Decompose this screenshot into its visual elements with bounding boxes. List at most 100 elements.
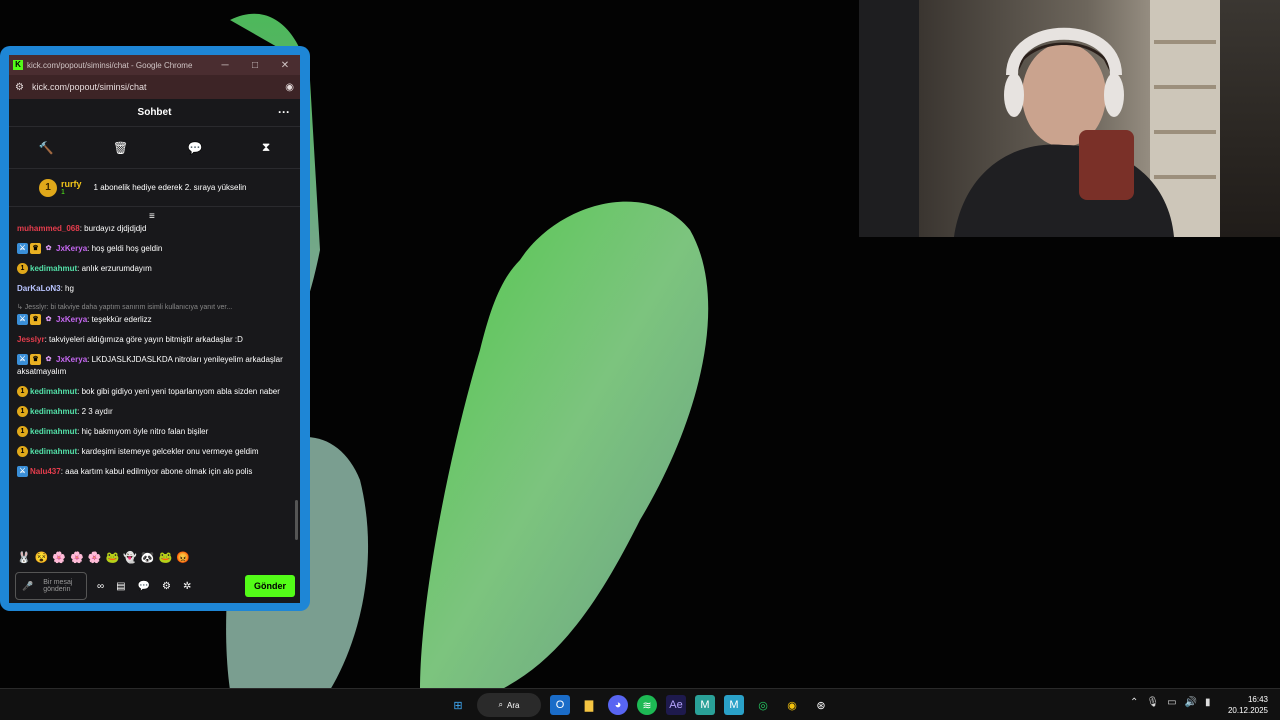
chat-username[interactable]: JxKerya [56, 315, 87, 324]
reply-context[interactable]: ↳ Jesslyr: bi takviye daha yaptım sanırı… [17, 303, 293, 313]
chat-message[interactable]: 1 kedimahmut: bok gibi gidiyo yeni yeni t… [17, 386, 293, 398]
hourglass-icon[interactable]: ⧗ [262, 140, 270, 155]
chat-composer: 🎤 Bir mesaj gönderin ∞ ▤ 💬 ⚙ ✲ Gönder [15, 572, 295, 600]
chevron-up-icon[interactable]: ⌃ [1130, 697, 1138, 708]
chrome-icon[interactable]: ◉ [782, 695, 802, 715]
chat-username[interactable]: kedimahmut [30, 387, 77, 396]
chat-message[interactable]: ⚔ ♛ ✿ JxKerya: hoş geldi hoş geldin [17, 243, 293, 255]
chat-text: : anlık erzurumdayım [77, 264, 152, 273]
chat-message[interactable]: 1 kedimahmut: kardeşimi istemeye gelcekle… [17, 446, 293, 458]
browser-titlebar[interactable]: K kick.com/popout/siminsi/chat - Google … [9, 55, 300, 75]
emote[interactable]: 🐼 [141, 551, 155, 565]
system-tray: ⌃ 🎙 ▭ 🔊 ▮ [1130, 697, 1211, 708]
mod-badge-icon: ⚔ [17, 354, 28, 366]
store-icon[interactable]: ▤ [116, 581, 125, 592]
rank-badge: 1 [39, 178, 57, 197]
search-label: Ara [507, 700, 520, 710]
vip-badge-icon: ♛ [30, 243, 41, 255]
volume-icon[interactable]: 🔊 [1185, 697, 1197, 708]
chat-username[interactable]: DarKaLoN3 [17, 284, 61, 293]
gear-icon[interactable]: ✲ [183, 581, 191, 592]
emote[interactable]: 🌸 [52, 551, 66, 565]
chat-text: : 2 3 aydır [77, 407, 113, 416]
sub-badge-icon: 1 [17, 406, 28, 418]
chat-message[interactable]: 1 kedimahmut: 2 3 aydır [17, 406, 293, 418]
chat-text: : hoş geldi hoş geldin [87, 244, 163, 253]
chat-username[interactable]: Jesslyr [17, 335, 45, 344]
chat-username[interactable]: kedimahmut [30, 264, 77, 273]
emote[interactable]: 😵 [35, 551, 49, 565]
mic-icon[interactable]: 🎤 [22, 581, 33, 592]
chat-message[interactable]: ⚔ Nalu437: aaa kartım kabul edilmiyor abo… [17, 466, 293, 478]
mod-toolbar: 🔨 🗑 💬 ⧗ [9, 127, 300, 169]
chat-message[interactable]: Jesslyr: takviyeleri aldığımıza göre yay… [17, 334, 293, 346]
app-m-icon[interactable]: M [695, 695, 715, 715]
network-icon[interactable]: ▭ [1167, 697, 1176, 708]
chat-username[interactable]: muhammed_068 [17, 224, 80, 233]
emote[interactable]: 🐸 [106, 551, 120, 565]
windows-start-icon[interactable]: ⊞ [448, 695, 468, 715]
chat-username[interactable]: JxKerya [56, 244, 87, 253]
file-explorer-icon[interactable]: ▇ [579, 695, 599, 715]
battery-icon[interactable]: ▮ [1205, 697, 1211, 708]
taskbar: ⊞ ⌕ Ara O ▇ ◕ ≋ Ae M M ◎ ◉ ⊛ ⌃ 🎙 ▭ 🔊 ▮ 16… [0, 688, 1280, 720]
mod-badge-icon: ⚔ [17, 243, 28, 255]
trash-icon[interactable]: 🗑 [113, 141, 128, 155]
site-settings-icon[interactable]: ⚙ [15, 82, 24, 93]
emote[interactable]: 🌸 [88, 551, 102, 565]
gift-badge-icon: ✿ [45, 316, 52, 324]
emote[interactable]: 😡 [176, 551, 190, 565]
whatsapp-icon[interactable]: ◎ [753, 695, 773, 715]
app-m2-icon[interactable]: M [724, 695, 744, 715]
sub-badge-icon: 1 [17, 386, 28, 398]
spotify-icon[interactable]: ≋ [637, 695, 657, 715]
chat-title: Sohbet [137, 107, 172, 118]
chat-message[interactable]: ↳ Jesslyr: bi takviye daha yaptım sanırı… [17, 303, 293, 326]
address-bar[interactable]: ⚙ kick.com/popout/siminsi/chat ◉ [9, 75, 300, 99]
gift-badge-icon: ✿ [45, 356, 52, 364]
chat-text: : aaa kartım kabul edilmiyor abone olmak… [60, 467, 253, 476]
emote[interactable]: 👻 [123, 551, 137, 565]
maximize-button[interactable]: □ [240, 60, 270, 71]
chat-message[interactable]: DarKaLoN3: hg [17, 283, 293, 295]
outlook-icon[interactable]: O [550, 695, 570, 715]
chat-text: : bok gibi gidiyo yeni yeni toparlanıyom… [77, 387, 280, 396]
infinity-icon[interactable]: ∞ [97, 581, 104, 592]
mic-tray-icon[interactable]: 🎙 [1146, 697, 1159, 708]
hammer-icon[interactable]: 🔨 [39, 141, 54, 155]
chat-username[interactable]: kedimahmut [30, 447, 77, 456]
obs-icon[interactable]: ⊛ [811, 695, 831, 715]
clock[interactable]: 16:43 20.12.2025 [1228, 694, 1268, 716]
url-text[interactable]: kick.com/popout/siminsi/chat [32, 82, 285, 92]
chat-username[interactable]: kedimahmut [30, 427, 77, 436]
message-input[interactable]: 🎤 Bir mesaj gönderin [15, 572, 87, 600]
close-button[interactable]: ✕ [270, 60, 300, 71]
emote[interactable]: 🐸 [159, 551, 173, 565]
chat-messages: muhammed_068: burdayız djdjdjdjd ⚔ ♛ ✿ JxKer… [17, 223, 293, 533]
chat-message[interactable]: 1 kedimahmut: anlık erzurumdayım [17, 263, 293, 275]
minimize-button[interactable]: ─ [210, 60, 240, 71]
gift-badge-icon: ✿ [45, 245, 52, 253]
discord-icon[interactable]: ◕ [608, 695, 628, 715]
send-button[interactable]: Gönder [245, 575, 295, 597]
chat-header: Sohbet ··· [9, 99, 300, 127]
chat-message[interactable]: 1 kedimahmut: hiç bakmıyom öyle nitro fal… [17, 426, 293, 438]
chat-username[interactable]: kedimahmut [30, 407, 77, 416]
after-effects-icon[interactable]: Ae [666, 695, 686, 715]
emote[interactable]: 🌸 [70, 551, 84, 565]
chat-message[interactable]: ⚔ ♛ ✿ JxKerya: LKDJASLKJDASLKDA nitroları y… [17, 354, 293, 378]
search-icon: ⌕ [498, 700, 504, 709]
filter-icon[interactable]: ≡ [149, 211, 155, 222]
more-options-button[interactable]: ··· [278, 105, 290, 119]
chat-message[interactable]: muhammed_068: burdayız djdjdjdjd [17, 223, 293, 235]
eye-off-icon[interactable]: ◉ [285, 82, 294, 93]
emote[interactable]: 🐰 [17, 551, 31, 565]
chat-bubble-icon[interactable]: 💬 [188, 141, 203, 155]
chat-scrollbar[interactable] [295, 500, 298, 540]
chat-username[interactable]: JxKerya [56, 355, 87, 364]
settings-icon[interactable]: ⚙ [162, 581, 171, 592]
chat-username[interactable]: Nalu437 [30, 467, 61, 476]
gift-leaderboard[interactable]: 1 rurfy 1 1 abonelik hediye ederek 2. sı… [9, 169, 300, 207]
taskbar-search[interactable]: ⌕ Ara [477, 693, 541, 717]
emote-icon[interactable]: 💬 [138, 581, 150, 592]
